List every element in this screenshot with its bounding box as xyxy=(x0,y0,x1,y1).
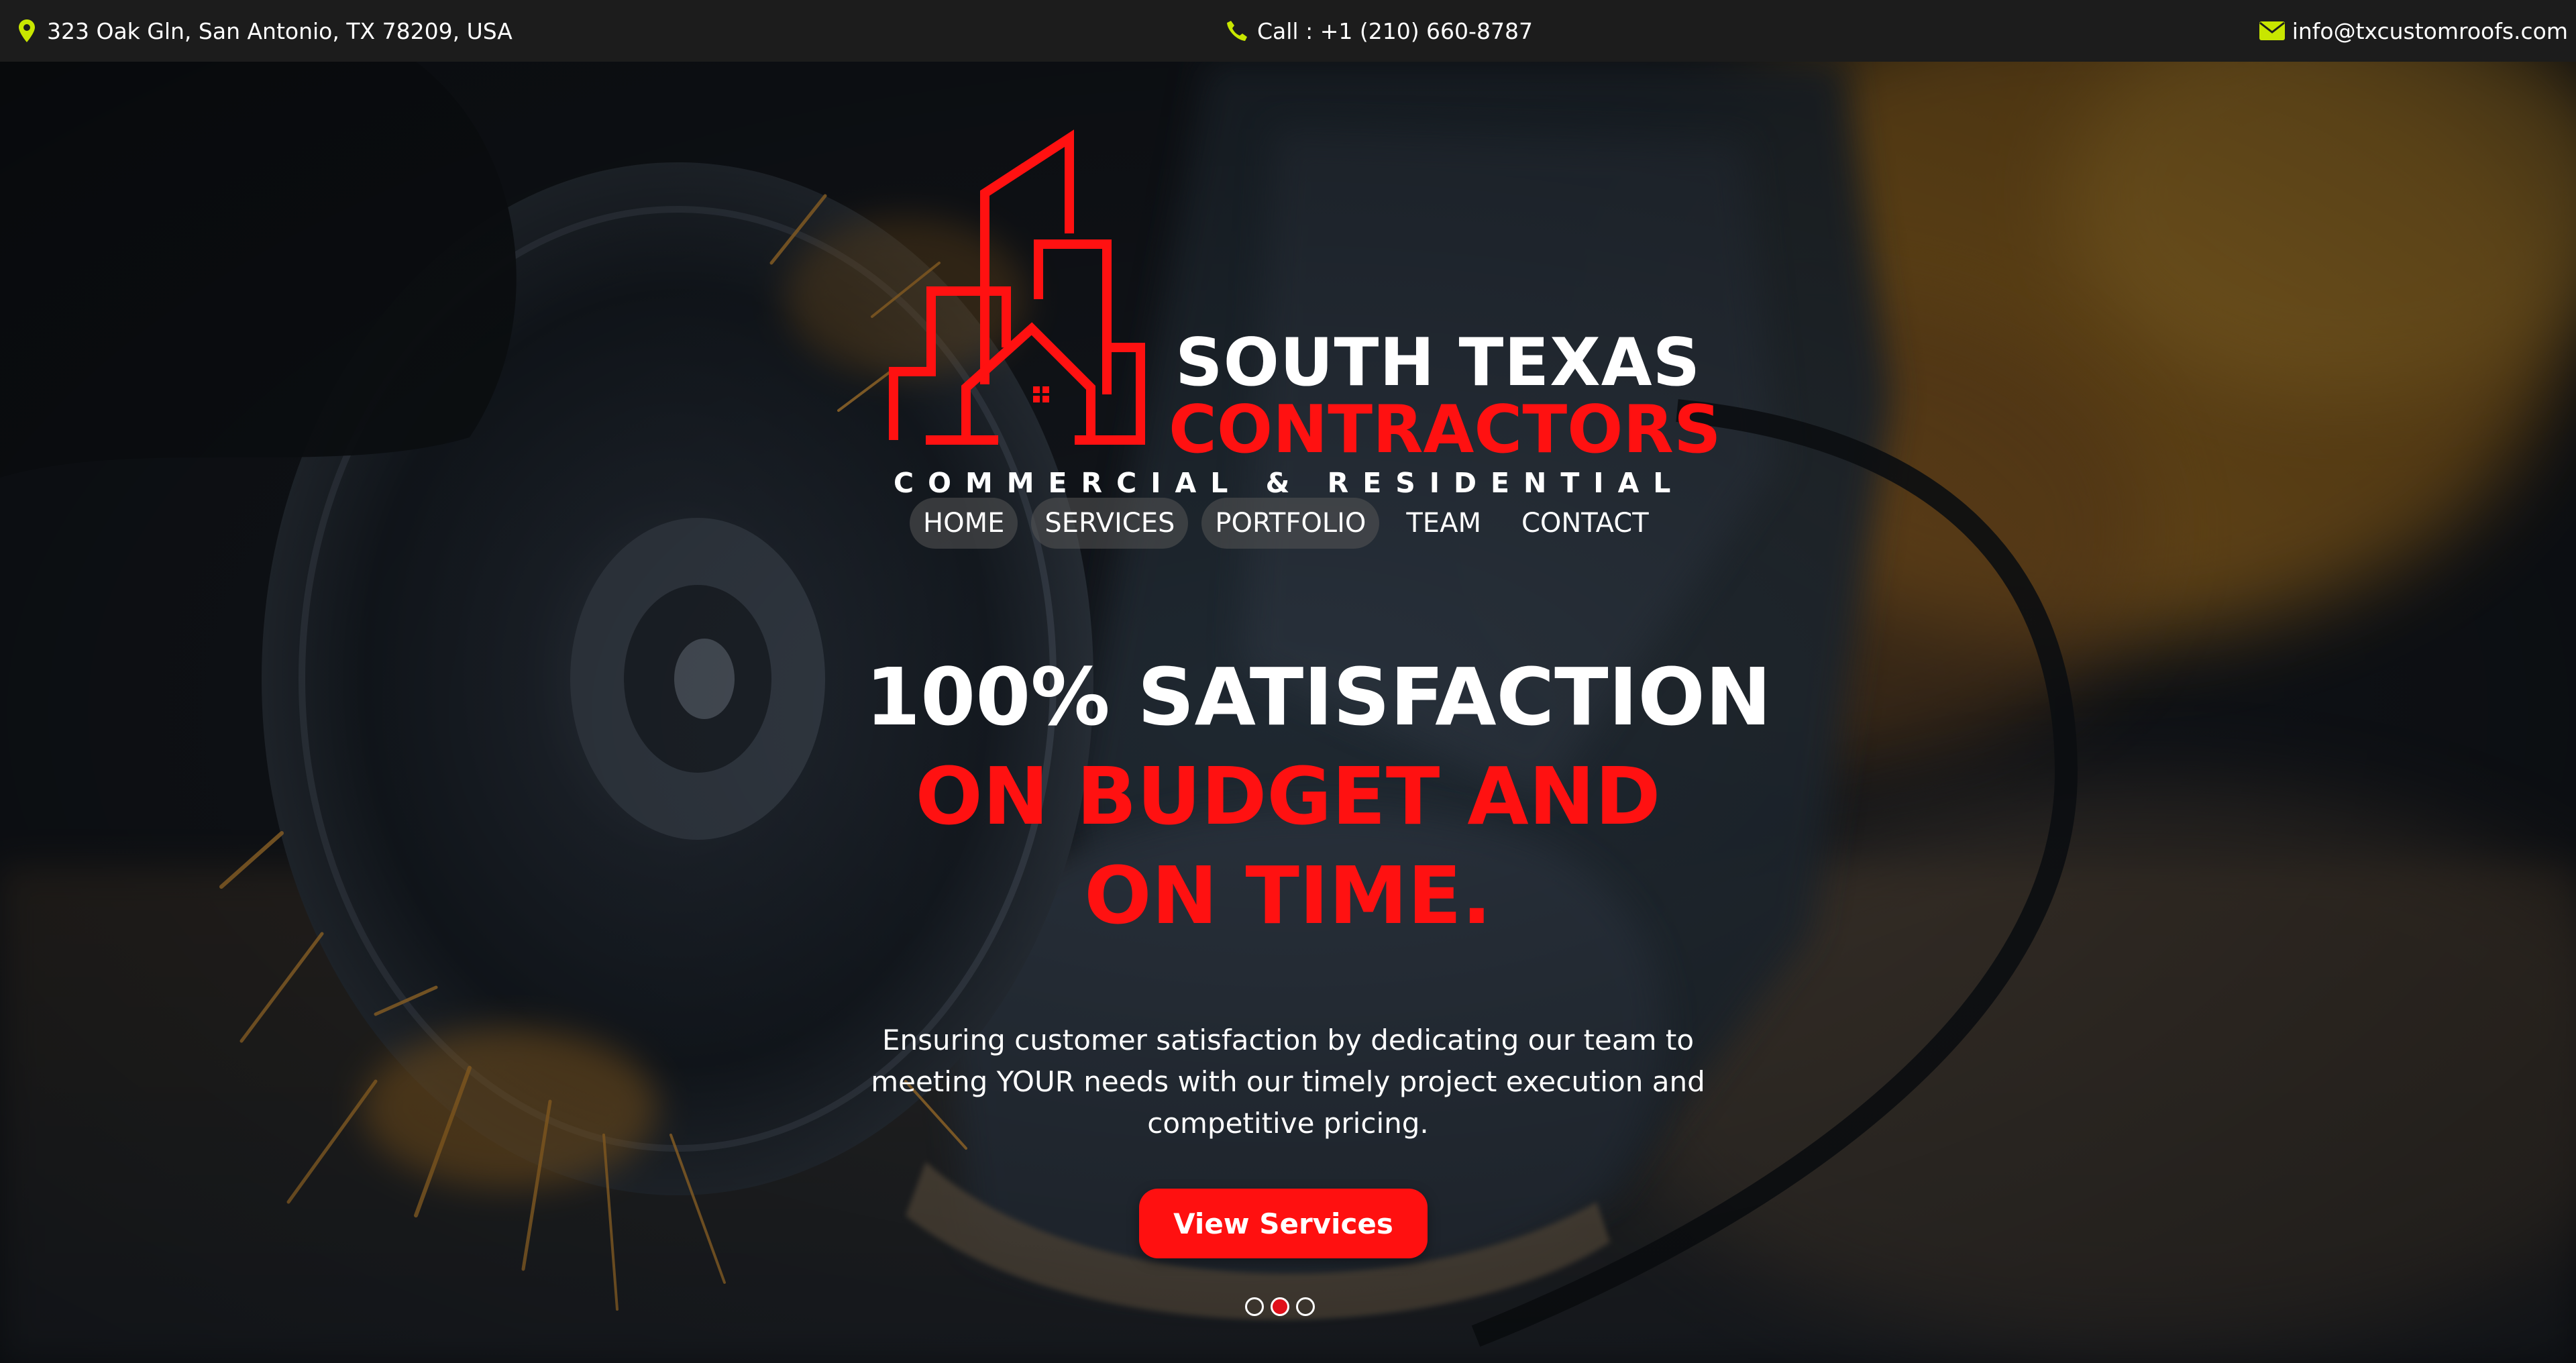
phone-icon xyxy=(1224,17,1250,44)
nav-portfolio[interactable]: PORTFOLIO xyxy=(1201,498,1380,549)
hero-headline: 100% SATISFACTION ON BUDGET AND ON TIME. xyxy=(865,647,1772,945)
nav-contact[interactable]: CONTACT xyxy=(1508,498,1662,549)
slider-dot-2[interactable] xyxy=(1271,1297,1289,1316)
hero-subtext: Ensuring customer satisfaction by dedica… xyxy=(871,1024,1705,1140)
headline-line1: 100% SATISFACTION xyxy=(865,651,1772,743)
slider-dot-3[interactable] xyxy=(1296,1297,1315,1316)
address-text: 323 Oak Gln, San Antonio, TX 78209, USA xyxy=(47,17,513,44)
map-pin-icon xyxy=(13,17,40,44)
email-link[interactable]: info@txcustomroofs.com xyxy=(2259,0,2568,62)
main-navigation: HOME SERVICES PORTFOLIO TEAM CONTACT xyxy=(910,498,1662,549)
logo-tagline: COMMERCIAL & RESIDENTIAL xyxy=(894,467,1685,499)
top-contact-bar: 323 Oak Gln, San Antonio, TX 78209, USA … xyxy=(0,0,2576,62)
phone-link[interactable]: Call : +1 (210) 660-8787 xyxy=(1224,0,1533,62)
phone-text: Call : +1 (210) 660-8787 xyxy=(1257,17,1533,44)
email-text: info@txcustomroofs.com xyxy=(2292,17,2568,44)
envelope-icon xyxy=(2259,17,2286,44)
slider-dot-1[interactable] xyxy=(1245,1297,1264,1316)
address-info: 323 Oak Gln, San Antonio, TX 78209, USA xyxy=(13,0,513,62)
slider-pagination xyxy=(1245,1297,1315,1316)
nav-team[interactable]: TEAM xyxy=(1393,498,1495,549)
nav-services[interactable]: SERVICES xyxy=(1031,498,1189,549)
logo-title-line2: CONTRACTORS xyxy=(1169,392,1721,468)
view-services-button[interactable]: View Services xyxy=(1139,1189,1428,1258)
company-logo[interactable]: SOUTH TEXAS CONTRACTORS COMMERCIAL & RES… xyxy=(885,72,1721,502)
nav-home[interactable]: HOME xyxy=(910,498,1018,549)
buildings-logo-icon xyxy=(889,129,1145,445)
headline-line2: ON BUDGET AND ON TIME. xyxy=(915,750,1661,942)
logo-title-line1: SOUTH TEXAS xyxy=(1175,325,1701,401)
